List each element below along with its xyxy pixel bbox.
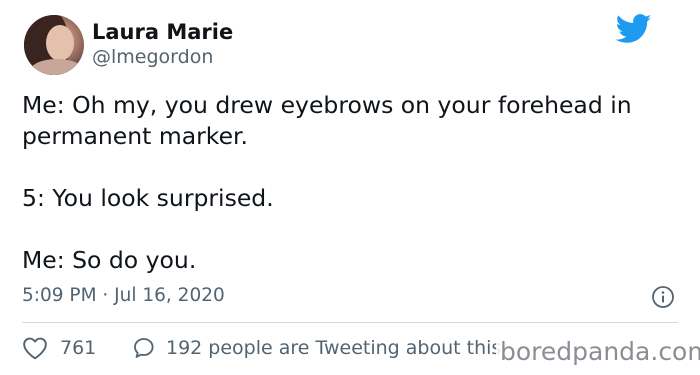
speech-bubble-icon (134, 338, 154, 358)
avatar-face (46, 25, 74, 61)
heart-icon (23, 337, 47, 360)
watermark: boredpanda.com (496, 336, 700, 368)
avatar-shirt (30, 59, 84, 75)
tweet-line: 5: You look surprised. (22, 184, 274, 212)
like-count: 761 (60, 337, 97, 359)
divider (22, 322, 678, 323)
like-button[interactable]: 761 (22, 336, 96, 360)
info-icon[interactable] (651, 285, 675, 309)
conversation-link[interactable]: 192 people are Tweeting about this (132, 336, 501, 360)
tweet-line: Me: So do you. (22, 246, 197, 274)
author-handle[interactable]: @lmegordon (92, 46, 213, 68)
author-name[interactable]: Laura Marie (92, 20, 233, 44)
tweet-text: Me: Oh my, you drew eyebrows on your for… (22, 90, 672, 276)
avatar[interactable] (24, 15, 84, 75)
conversation-text: 192 people are Tweeting about this (166, 337, 502, 359)
tweet-timestamp[interactable]: 5:09 PM · Jul 16, 2020 (22, 285, 225, 306)
twitter-bird-icon[interactable] (616, 14, 652, 44)
tweet-line: Me: Oh my, you drew eyebrows on your for… (22, 91, 632, 150)
